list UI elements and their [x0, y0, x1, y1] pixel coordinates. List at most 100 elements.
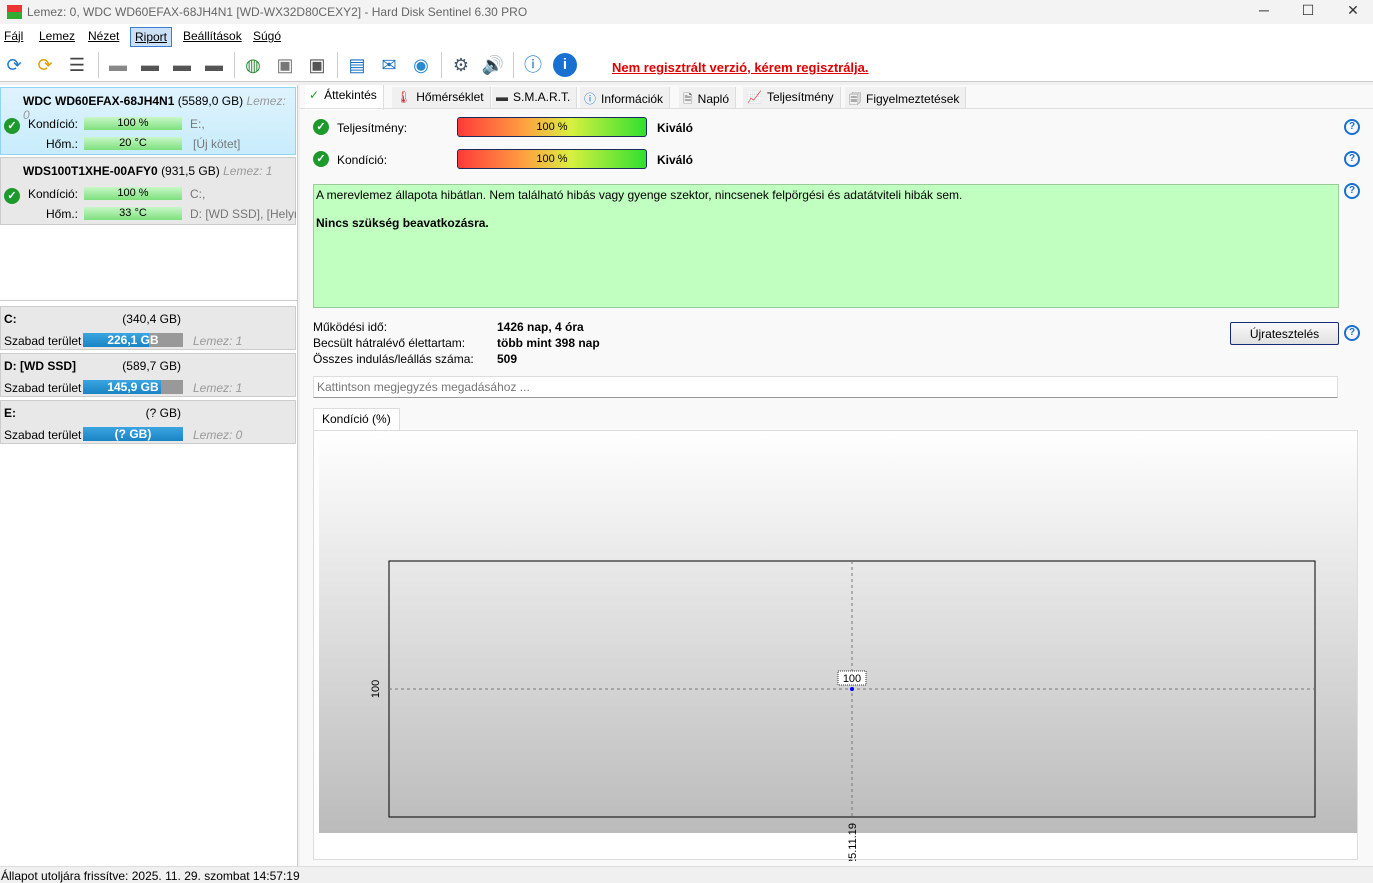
status-message-text: A merevlemez állapota hibátlan. Nem talá… — [316, 188, 963, 202]
disk-panel: WDC WD60EFAX-68JH4N1 (5589,0 GB) Lemez: … — [0, 85, 298, 866]
volume-item[interactable]: D: [WD SSD] (589,7 GB) Szabad terület 14… — [0, 353, 296, 397]
disk-surface-icon[interactable]: ▬ — [106, 53, 130, 77]
help-icon[interactable]: ⓘ — [521, 53, 545, 77]
tab-4[interactable]: 🗎 Napló — [679, 87, 737, 109]
help-icon[interactable]: ? — [1344, 119, 1360, 135]
register-link[interactable]: Nem regisztrált verzió, kérem regisztrál… — [612, 60, 869, 75]
info-icon: ⓘ — [584, 92, 597, 106]
condition-bar: 100 % — [84, 187, 182, 200]
disk-volume-labels: D: [WD SSD], [Helyreállítás] — [190, 207, 296, 221]
free-space-label: Szabad terület — [4, 381, 82, 395]
tab-2[interactable]: ▬ S.M.A.R.T. — [492, 87, 578, 109]
free-space-label: Szabad terület — [4, 334, 82, 348]
check-icon: ✓ — [313, 119, 329, 135]
free-space-label: Szabad terület — [4, 428, 82, 442]
main-panel: ✓ Áttekintés 🌡 Hőmérséklet ▬ S.M.A.R.T. ⓘ Infor… — [300, 85, 1373, 866]
y-tick-label: 100 — [370, 680, 382, 698]
disk-search-icon[interactable]: ▬ — [202, 53, 226, 77]
gear-icon[interactable]: ⚙ — [449, 53, 473, 77]
condition-label: Kondíció: — [337, 153, 388, 167]
temp-label: Hőm.: — [45, 137, 78, 151]
volume-size: (589,7 GB) — [122, 359, 181, 373]
disk-list-icon[interactable]: ☰ — [65, 53, 89, 77]
volume-size: (340,4 GB) — [122, 312, 181, 326]
alerts-icon: 🗐 — [849, 92, 861, 106]
tab-1[interactable]: 🌡 Hőmérséklet — [392, 87, 491, 109]
disk-copy-icon[interactable]: ▣ — [273, 53, 297, 77]
performance-rating: Kiváló — [657, 121, 694, 135]
help-icon[interactable]: ? — [1344, 183, 1360, 199]
menu-help[interactable]: Súgó — [249, 27, 285, 45]
tab-6[interactable]: 🗐 Figyelmeztetések — [845, 87, 967, 109]
disk-item[interactable]: WDC WD60EFAX-68JH4N1 (5589,0 GB) Lemez: … — [0, 87, 296, 155]
point-label: 100 — [843, 673, 861, 685]
performance-label: Teljesítmény: — [337, 121, 408, 135]
free-space-value: 145,9 GB — [107, 380, 159, 394]
temp-bar: 33 °C — [84, 207, 182, 220]
disk-name: WDS100T1XHE-00AFY0 — [23, 164, 158, 178]
tab-label: Hőmérséklet — [416, 90, 484, 104]
status-bar: Állapot utoljára frissítve: 2025. 11. 29… — [0, 866, 1373, 883]
tab-5[interactable]: 📈 Teljesítmény — [743, 87, 841, 109]
volume-disk: Lemez: 0 — [193, 428, 243, 442]
check-icon: ✓ — [309, 88, 320, 102]
email-icon[interactable]: ✉ — [377, 53, 401, 77]
menu-disk[interactable]: Lemez — [35, 27, 79, 45]
tab-condition-chart[interactable]: Kondíció (%) — [313, 408, 400, 431]
thermometer-icon: 🌡 — [396, 90, 412, 104]
disk-item[interactable]: WDS100T1XHE-00AFY0 (931,5 GB) Lemez: 1 ✓… — [0, 157, 296, 225]
info-icon[interactable]: i — [553, 53, 577, 77]
refresh-icon[interactable]: ⟳ — [2, 53, 26, 77]
tab-label: Információk — [601, 92, 664, 106]
retest-button[interactable]: Újratesztelés — [1230, 322, 1339, 345]
condition-bar: 100 % — [457, 149, 647, 169]
performance-bar: 100 % — [457, 117, 647, 137]
menu-settings[interactable]: Beállítások — [179, 27, 246, 45]
disk-check-icon[interactable]: ▬ — [170, 53, 194, 77]
temp-bar: 20 °C — [84, 137, 182, 150]
sound-icon[interactable]: 🔊 — [481, 53, 505, 77]
tab-3[interactable]: ⓘ Információk — [580, 87, 671, 109]
menu-report[interactable]: Riport — [130, 27, 173, 47]
disk-volumes: C:, — [190, 187, 206, 201]
network-icon[interactable]: ◉ — [409, 53, 433, 77]
starts-label: Összes indulás/leállás száma: — [313, 352, 474, 366]
note-input[interactable]: Kattintson megjegyzés megadásához ... — [313, 376, 1338, 398]
help-icon[interactable]: ? — [1344, 325, 1360, 341]
volume-name: C: — [4, 312, 17, 326]
globe-disk-icon[interactable]: ◍ — [241, 53, 265, 77]
free-space-value: (? GB) — [114, 427, 152, 441]
title-bar: Lemez: 0, WDC WD60EFAX-68JH4N1 [WD-WX32D… — [0, 0, 1373, 24]
lifetime-value: több mint 398 nap — [497, 336, 600, 350]
condition-bar: 100 % — [84, 117, 182, 130]
free-space-bar: (? GB) — [83, 427, 183, 441]
menu-file[interactable]: Fájl — [0, 27, 27, 45]
status-message: A merevlemez állapota hibátlan. Nem talá… — [313, 184, 1339, 308]
menu-view[interactable]: Nézet — [84, 27, 123, 45]
lifetime-label: Becsült hátralévő élettartam: — [313, 336, 466, 350]
help-icon[interactable]: ? — [1344, 151, 1360, 167]
condition-chart: 100 100 2025.11.19 — [370, 560, 1316, 861]
temp-label: Hőm.: — [45, 207, 78, 221]
report-icon[interactable]: ▤ — [345, 53, 369, 77]
tab-label: S.M.A.R.T. — [513, 90, 571, 104]
tab-0[interactable]: ✓ Áttekintés — [305, 85, 384, 110]
chart-area: 💾 1001002025.11.19 — [313, 430, 1358, 861]
starts-value: 509 — [497, 352, 518, 366]
condition-rating: Kiváló — [657, 153, 694, 167]
maximize-button[interactable]: ☐ — [1288, 2, 1328, 22]
refresh-warning-icon[interactable]: ⟳ — [33, 53, 57, 77]
minimize-button[interactable]: ─ — [1244, 2, 1284, 22]
volume-size: (? GB) — [145, 406, 181, 420]
recommendation-text: Nincs szükség beavatkozásra. — [316, 216, 489, 230]
disk-schedule-icon[interactable]: ▬ — [138, 53, 162, 77]
condition-label: Kondíció: — [27, 117, 78, 131]
volume-item[interactable]: E: (? GB) Szabad terület (? GB) Lemez: 0 — [0, 400, 296, 444]
volume-disk: Lemez: 1 — [193, 334, 243, 348]
window-title: Lemez: 0, WDC WD60EFAX-68JH4N1 [WD-WX32D… — [27, 5, 528, 19]
app-icon — [7, 5, 22, 19]
close-button[interactable]: ✕ — [1333, 2, 1373, 22]
disk-backup-icon[interactable]: ▣ — [305, 53, 329, 77]
performance-icon: 📈 — [747, 90, 762, 104]
volume-item[interactable]: C: (340,4 GB) Szabad terület 226,1 GB Le… — [0, 306, 296, 350]
